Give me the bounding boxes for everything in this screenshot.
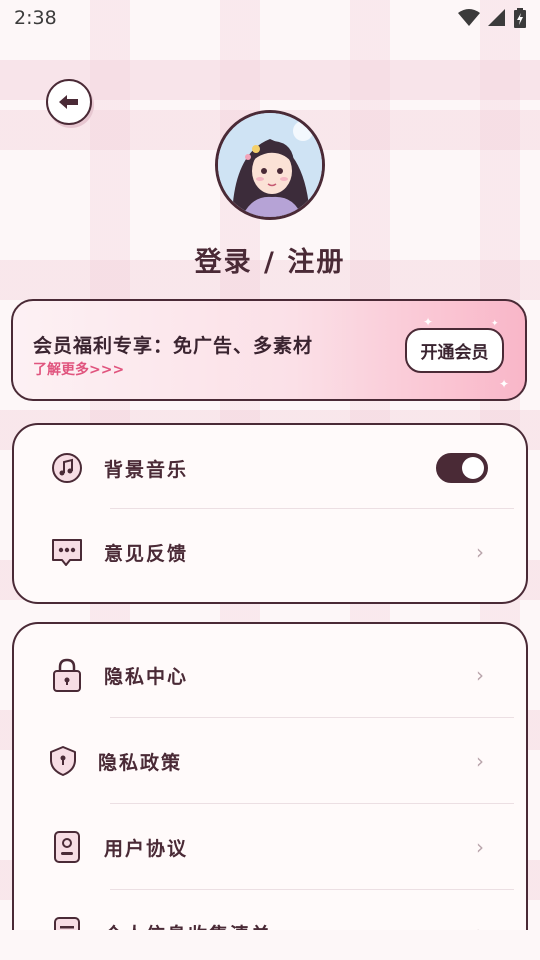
settings-row-privacy-center[interactable]: 隐私中心 › bbox=[14, 632, 526, 718]
vip-learn-more-link[interactable]: 了解更多>>> bbox=[33, 359, 124, 379]
settings-card-1: 背景音乐 意见反馈 › bbox=[12, 423, 528, 604]
row-label: 用户协议 bbox=[104, 837, 189, 860]
settings-row-user-agreement[interactable]: 用户协议 › bbox=[14, 804, 526, 890]
settings-card-2: 隐私中心 › 隐私政策 › 用户协议 › 个人信息收集清单 › bbox=[12, 622, 528, 949]
chevron-right-icon: › bbox=[476, 835, 484, 859]
open-vip-button[interactable]: 开通会员 bbox=[405, 328, 504, 373]
sparkle-icon: ✦ bbox=[423, 315, 434, 329]
lock-icon bbox=[50, 658, 84, 692]
sparkle-icon: ✦ bbox=[491, 319, 499, 329]
login-register-link[interactable]: 登录 / 注册 bbox=[0, 240, 540, 279]
signal-icon bbox=[488, 9, 505, 26]
chevron-right-icon: › bbox=[476, 540, 484, 564]
user-card-icon bbox=[50, 830, 84, 864]
vip-banner[interactable]: 会员福利专享：免广告、多素材 了解更多>>> 开通会员 ✦ ✦ ✦ bbox=[11, 299, 527, 401]
vip-title: 会员福利专享：免广告、多素材 bbox=[33, 335, 314, 357]
row-label: 隐私中心 bbox=[104, 665, 189, 688]
sparkle-icon: ✦ bbox=[499, 377, 510, 391]
status-time: 2:38 bbox=[14, 7, 57, 29]
background-music-toggle[interactable] bbox=[436, 453, 488, 483]
bottom-strip bbox=[0, 930, 540, 960]
avatar[interactable] bbox=[215, 110, 325, 220]
toggle-knob bbox=[462, 457, 484, 479]
music-note-icon bbox=[50, 451, 84, 485]
settings-row-background-music: 背景音乐 bbox=[14, 425, 526, 511]
shield-icon bbox=[46, 744, 80, 778]
status-icons bbox=[458, 8, 526, 28]
chevron-right-icon: › bbox=[476, 749, 484, 773]
back-arrow-icon bbox=[59, 95, 78, 109]
chat-bubble-icon bbox=[50, 535, 84, 569]
chevron-right-icon: › bbox=[476, 663, 484, 687]
settings-row-privacy-policy[interactable]: 隐私政策 › bbox=[14, 718, 526, 804]
settings-row-feedback[interactable]: 意见反馈 › bbox=[14, 509, 526, 595]
status-bar: 2:38 bbox=[0, 0, 540, 36]
wifi-icon bbox=[458, 9, 480, 26]
battery-icon bbox=[514, 8, 526, 28]
row-label: 意见反馈 bbox=[104, 542, 189, 565]
back-button[interactable] bbox=[46, 79, 92, 125]
row-label: 背景音乐 bbox=[104, 458, 189, 481]
avatar-illustration bbox=[218, 113, 322, 217]
row-label: 隐私政策 bbox=[98, 751, 183, 774]
